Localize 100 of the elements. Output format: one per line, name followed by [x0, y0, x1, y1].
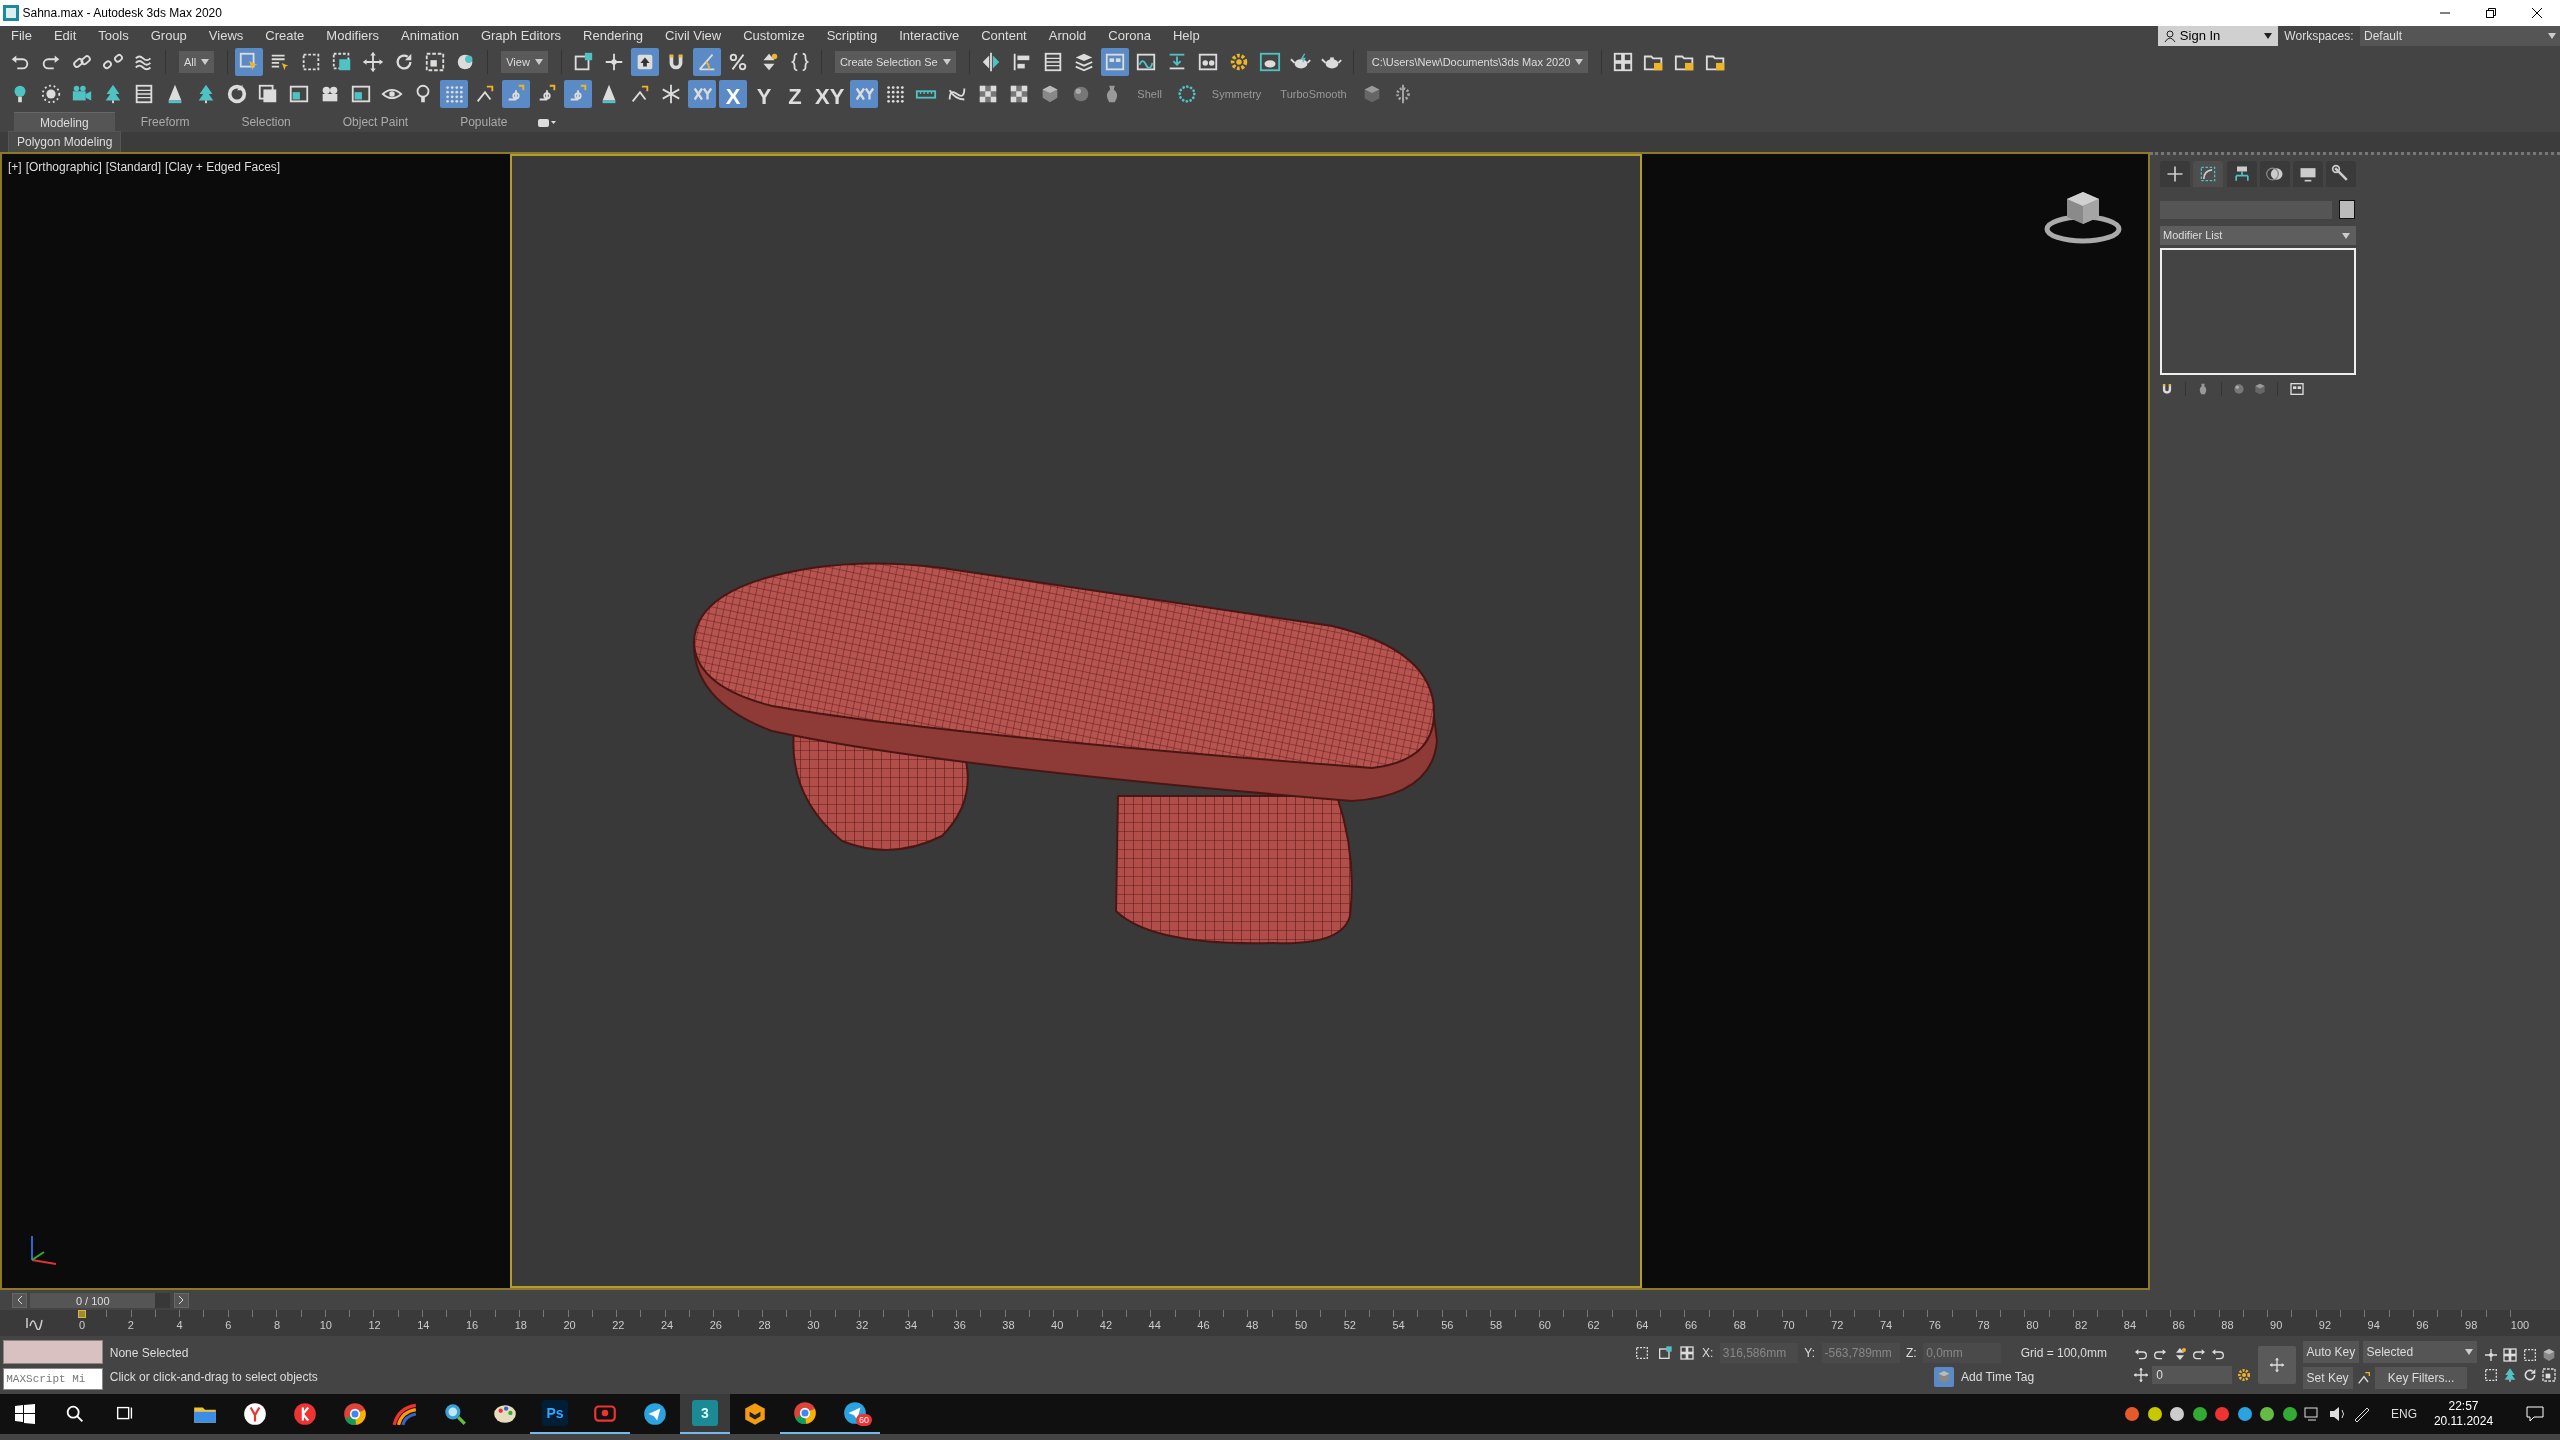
menu-item[interactable]: Create — [254, 26, 316, 46]
auto-key-button[interactable]: Auto Key — [2302, 1341, 2360, 1364]
dropdown[interactable]: All — [179, 51, 215, 73]
ribbon-tab[interactable]: Freeform — [114, 112, 216, 132]
menu-item[interactable]: Scripting — [815, 26, 889, 46]
maxscript-field[interactable]: MAXScript Mi — [3, 1367, 104, 1390]
frame-number: 6 — [225, 1319, 232, 1332]
ribbon-tab[interactable]: Modeling — [14, 112, 115, 132]
modifier-list-dropdown[interactable]: Modifier List — [2160, 225, 2356, 245]
frame-number: 100 — [2510, 1319, 2530, 1332]
menu-item[interactable]: Civil View — [654, 26, 733, 46]
app-icon: Ps — [542, 1400, 568, 1426]
frame-number: 94 — [2367, 1319, 2380, 1332]
viewport-menu[interactable]: [+] — [8, 158, 22, 176]
modifier-button[interactable]: TurboSmooth — [1272, 80, 1355, 108]
frame-number: 28 — [758, 1319, 771, 1332]
menu-item[interactable]: Customize — [732, 26, 816, 46]
frame-number: 34 — [904, 1319, 918, 1332]
frame-number: 42 — [1099, 1319, 1113, 1332]
frame-number: 46 — [1197, 1319, 1210, 1332]
app-icon: 3 — [692, 1400, 718, 1426]
modifier-button[interactable]: Symmetry — [1203, 80, 1270, 108]
menu-item[interactable]: Modifiers — [315, 26, 391, 46]
menu-item[interactable]: Views — [197, 26, 255, 46]
menu-item[interactable]: File — [0, 26, 43, 46]
menu-item[interactable]: Interactive — [888, 26, 971, 46]
axis-button[interactable]: Z — [781, 80, 809, 108]
frame-number: 4 — [176, 1319, 183, 1332]
dropdown[interactable]: Create Selection Se — [834, 51, 956, 73]
dropdown[interactable]: C:\Users\New\Documents\3ds Max 2020 — [1366, 51, 1589, 73]
frame-number: 2 — [127, 1319, 134, 1332]
axis-button[interactable]: XY — [812, 80, 848, 108]
frame-number: 56 — [1441, 1319, 1454, 1332]
sign-in-dropdown[interactable]: Sign In — [2157, 26, 2278, 46]
add-time-tag-label[interactable]: Add Time Tag — [1960, 1367, 2035, 1386]
frame-number: 64 — [1636, 1319, 1649, 1332]
frame-number: 72 — [1831, 1319, 1844, 1332]
frame-number: 54 — [1392, 1319, 1405, 1332]
dropdown[interactable]: View — [501, 51, 548, 73]
menu-item[interactable]: Animation — [390, 26, 470, 46]
ribbon-tab[interactable]: Object Paint — [316, 112, 435, 132]
frame-number: 16 — [465, 1319, 479, 1332]
frame-number: 74 — [1880, 1319, 1893, 1332]
workspaces-label: Workspaces: — [2284, 28, 2354, 45]
menu-item[interactable]: Help — [1161, 26, 1211, 46]
frame-number: 58 — [1489, 1319, 1503, 1332]
frame-number: 92 — [2318, 1319, 2332, 1332]
frame-number: 98 — [2465, 1319, 2478, 1332]
window-title: Sahna.max - Autodesk 3ds Max 2020 — [22, 5, 222, 22]
taskbar-app[interactable]: 3 — [680, 1394, 730, 1434]
viewport-menu[interactable]: [Standard] — [105, 158, 162, 176]
frame-number: 90 — [2270, 1319, 2283, 1332]
menu-item[interactable]: Tools — [87, 26, 140, 46]
menu-item[interactable]: Arnold — [1037, 26, 1098, 46]
modifier-button[interactable]: Shell — [1129, 80, 1170, 108]
frame-number: 38 — [1002, 1319, 1015, 1332]
menu-item[interactable]: Group — [139, 26, 198, 46]
frame-number: 48 — [1246, 1319, 1259, 1332]
ribbon-tab[interactable]: Populate — [434, 112, 534, 132]
frame-number: 18 — [514, 1319, 527, 1332]
frame-number: 36 — [953, 1319, 966, 1332]
axis-button[interactable]: Y — [750, 80, 778, 108]
taskbar-app[interactable]: 60 — [830, 1394, 880, 1434]
key-filters-button[interactable]: Key Filters... — [2375, 1366, 2468, 1389]
menu-item[interactable]: Edit — [42, 26, 88, 46]
axis-button[interactable]: X — [719, 80, 747, 108]
set-key-mode-button[interactable]: Set Key — [2302, 1366, 2353, 1389]
clock[interactable]: 22:57 20.11.2024 — [2423, 1394, 2504, 1434]
y-label: Y: — [1804, 1345, 1815, 1363]
viewport[interactable]: [+] [Orthographic] [Standard] [Clay + Edged Faces] — [0, 152, 2150, 1290]
frame-number: 96 — [2416, 1319, 2429, 1332]
z-label: Z: — [1906, 1345, 1917, 1363]
ribbon-tab[interactable]: Selection — [215, 112, 317, 132]
x-label: X: — [1701, 1345, 1714, 1363]
frame-number: 10 — [319, 1319, 332, 1332]
frame-number: 44 — [1148, 1319, 1161, 1332]
menu-item[interactable]: Corona — [1097, 26, 1162, 46]
frame-field[interactable]: 0 — [2152, 1365, 2233, 1384]
workspace-dropdown[interactable]: Default — [2360, 26, 2560, 46]
frame-number: 88 — [2221, 1319, 2234, 1332]
taskbar-app[interactable]: Ps — [530, 1394, 580, 1434]
viewport-menu[interactable]: [Orthographic] — [25, 158, 102, 176]
frame-number: 50 — [1294, 1319, 1308, 1332]
frame-number: 60 — [1538, 1319, 1551, 1332]
menu-item[interactable]: Rendering — [572, 26, 655, 46]
frame-number: 8 — [273, 1319, 281, 1332]
prompt-text: Click or click-and-drag to select objects — [109, 1369, 318, 1387]
frame-number: 22 — [612, 1319, 625, 1332]
frame-number: 78 — [1977, 1319, 1990, 1332]
selection-status: None Selected — [109, 1344, 190, 1362]
frame-number: 12 — [368, 1319, 381, 1332]
frame-number: 20 — [563, 1319, 576, 1332]
frame-number: 52 — [1343, 1319, 1356, 1332]
menu-item[interactable]: Content — [970, 26, 1038, 46]
key-mode-dropdown[interactable]: Selected — [2362, 1341, 2477, 1364]
frame-number: 84 — [2123, 1319, 2137, 1332]
frame-number: 62 — [1587, 1319, 1600, 1332]
menu-item[interactable]: Graph Editors — [469, 26, 573, 46]
viewport-menu[interactable]: [Clay + Edged Faces] — [165, 158, 281, 176]
language-indicator[interactable]: ENG — [2391, 1405, 2417, 1423]
